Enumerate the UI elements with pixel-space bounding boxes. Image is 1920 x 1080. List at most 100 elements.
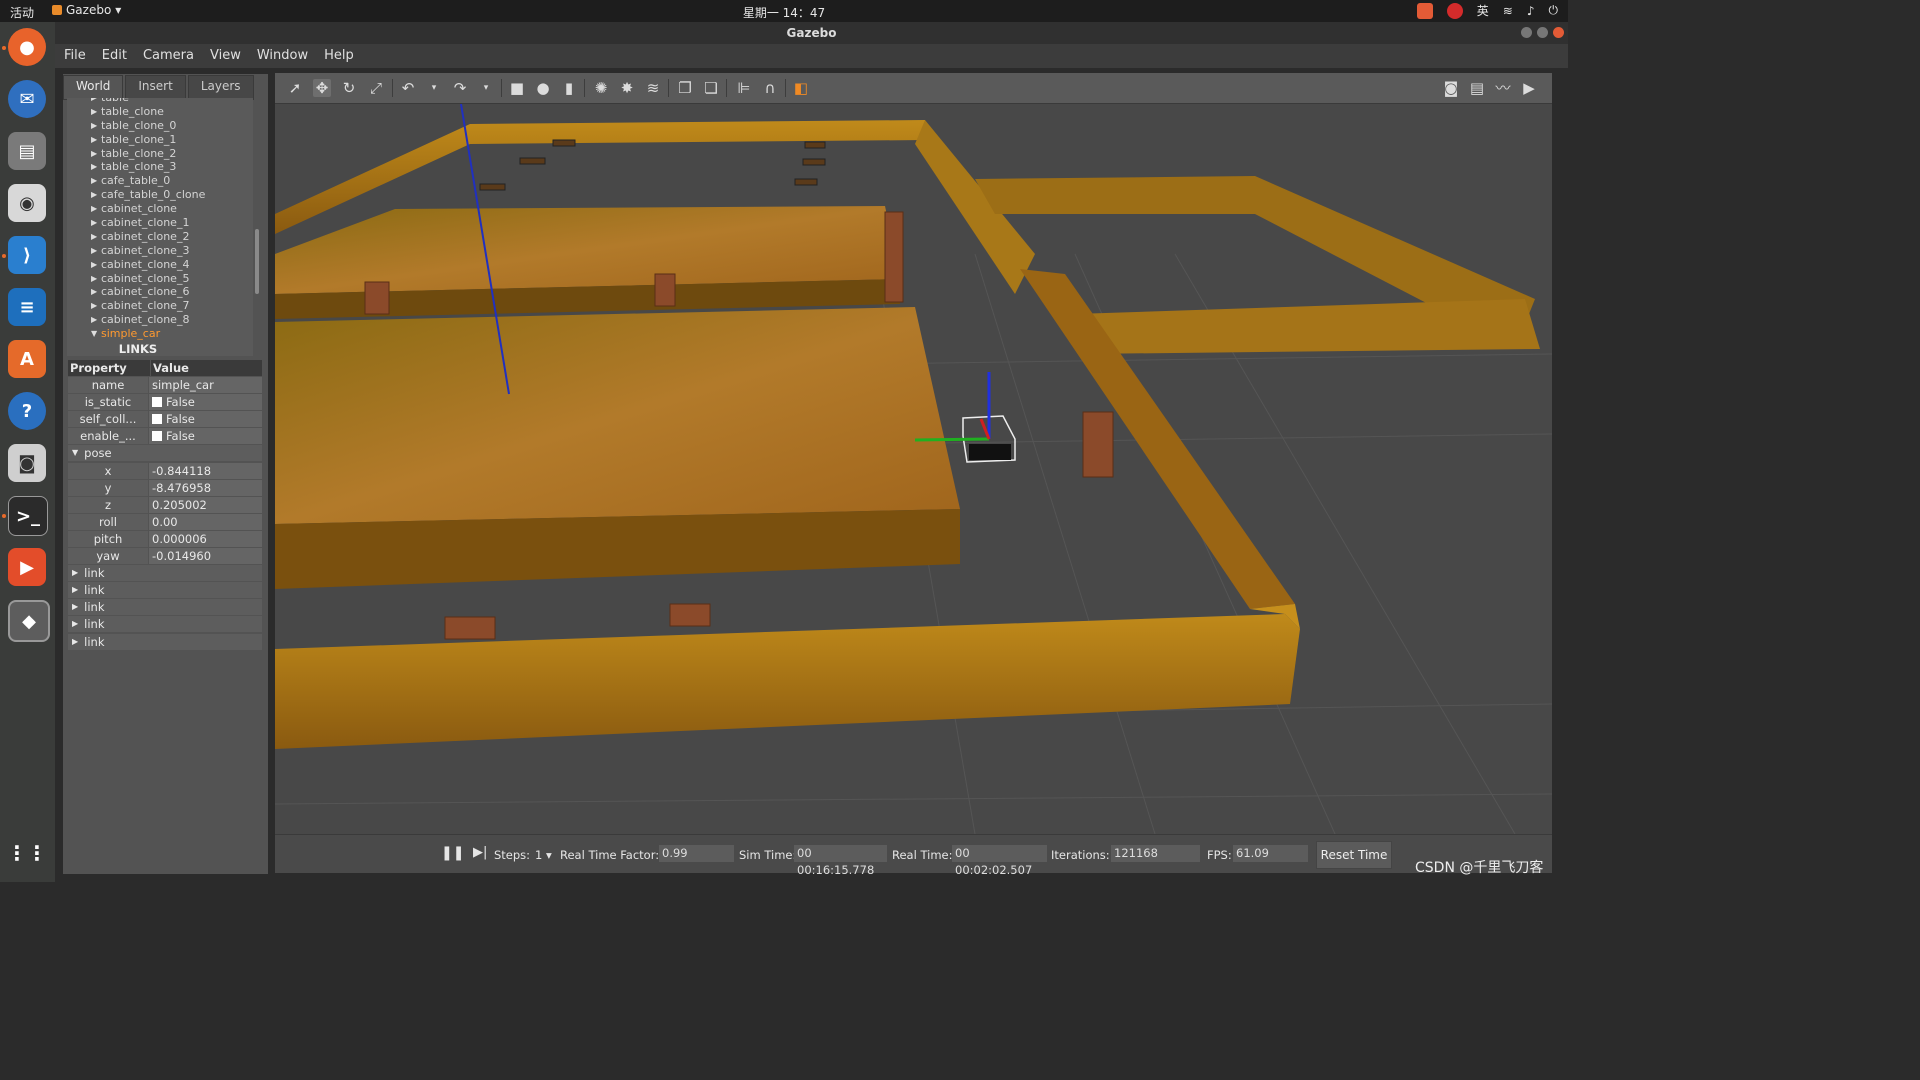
tree-item[interactable]: ▶ table_clone_3	[67, 160, 253, 174]
menu-file[interactable]: File	[55, 44, 93, 68]
writer-icon[interactable]: ≡	[8, 288, 46, 326]
expand-arrow-icon[interactable]: ▶	[72, 616, 78, 632]
tree-item[interactable]: ▶ cabinet_clone_3	[67, 244, 253, 258]
input-method[interactable]: 英	[1477, 2, 1489, 19]
tree-item[interactable]: ▶ cabinet_clone_2	[67, 230, 253, 244]
power-icon[interactable]: ⏻	[1549, 3, 1559, 18]
y-axis-handle[interactable]	[914, 437, 990, 442]
tree-item[interactable]: ▶ cafe_table_0_clone	[67, 188, 253, 202]
paste-icon[interactable]: ❏	[702, 79, 720, 97]
undo-icon[interactable]: ↶	[399, 79, 417, 97]
slides-icon[interactable]: ▶	[8, 548, 46, 586]
property-row-self-collide[interactable]: self_coll... False	[68, 411, 262, 428]
pose-group[interactable]: ▼ pose	[68, 445, 262, 462]
firefox-icon[interactable]: ●	[8, 28, 46, 66]
tree-item[interactable]: ▶table	[67, 98, 253, 105]
scale-mode-icon[interactable]: ⤢	[367, 79, 385, 97]
camera-icon[interactable]: ◙	[8, 444, 46, 482]
collapse-arrow-icon[interactable]: ▼	[72, 445, 78, 461]
tree-item[interactable]: ▶ cabinet_clone_8	[67, 313, 253, 327]
volume-icon[interactable]: ♪	[1527, 4, 1535, 18]
link-group[interactable]: ▶ link	[68, 565, 262, 582]
vscode-icon[interactable]: ⟩	[8, 236, 46, 274]
menu-edit[interactable]: Edit	[93, 44, 134, 68]
snap-icon[interactable]: ∩	[761, 79, 779, 97]
tree-item[interactable]: ▶ table_clone_1	[67, 133, 253, 147]
pose-row-y[interactable]: y -8.476958	[68, 479, 262, 496]
tree-item[interactable]: ▶ cabinet_clone_5	[67, 272, 253, 286]
sphere-shape-icon[interactable]: ●	[534, 79, 552, 97]
wifi-icon[interactable]: ≋	[1503, 4, 1513, 18]
do-not-disturb-icon[interactable]	[1446, 2, 1463, 19]
tree-item[interactable]: ▶ cabinet_clone_1	[67, 216, 253, 230]
menu-view[interactable]: View	[201, 44, 248, 68]
pose-row-x[interactable]: x -0.844118	[68, 462, 262, 479]
expand-arrow-icon[interactable]: ▶	[72, 599, 78, 615]
link-group[interactable]: ▶ link	[68, 582, 262, 599]
step-button[interactable]: ▶|	[473, 845, 487, 860]
menu-camera[interactable]: Camera	[134, 44, 201, 68]
software-icon[interactable]: A	[8, 340, 46, 378]
reset-time-button[interactable]: Reset Time	[1316, 841, 1392, 869]
is-static-checkbox[interactable]	[152, 397, 162, 408]
undo-dropdown-icon[interactable]: ▾	[425, 79, 443, 97]
self-collide-checkbox[interactable]	[152, 414, 162, 425]
redo-icon[interactable]: ↷	[451, 79, 469, 97]
tree-item[interactable]: ▶ cabinet_clone_6	[67, 285, 253, 299]
video-record-icon[interactable]: ▶	[1520, 79, 1538, 97]
cylinder-shape-icon[interactable]: ▮	[560, 79, 578, 97]
enable-checkbox[interactable]	[152, 431, 162, 442]
select-mode-icon[interactable]: ➚	[286, 79, 304, 97]
expand-arrow-icon[interactable]: ▶	[72, 582, 78, 598]
expand-arrow-icon[interactable]: ▶	[72, 634, 78, 650]
minimize-button[interactable]	[1521, 27, 1532, 38]
redo-dropdown-icon[interactable]: ▾	[477, 79, 495, 97]
pause-button[interactable]: ❚❚	[441, 845, 464, 861]
notification-app-icon[interactable]	[1416, 2, 1433, 19]
app-menu[interactable]: Gazebo ▾	[52, 3, 121, 17]
rhythmbox-icon[interactable]: ◉	[8, 184, 46, 222]
thunderbird-icon[interactable]: ✉	[8, 80, 46, 118]
tree-scrollbar[interactable]	[255, 229, 259, 294]
copy-icon[interactable]: ❐	[676, 79, 694, 97]
pose-row-roll[interactable]: roll 0.00	[68, 513, 262, 530]
tree-item[interactable]: ▶ table_clone_2	[67, 147, 253, 161]
activities-button[interactable]: 活动	[10, 4, 34, 21]
align-icon[interactable]: ⊫	[735, 79, 753, 97]
close-button[interactable]	[1553, 27, 1564, 38]
link-group[interactable]: ▶ link	[68, 633, 262, 650]
rotate-mode-icon[interactable]: ↻	[340, 79, 358, 97]
show-apps-icon[interactable]: ⋮⋮	[7, 834, 47, 872]
tree-item-selected[interactable]: ▼ simple_car	[67, 327, 253, 341]
spot-light-icon[interactable]: ✸	[618, 79, 636, 97]
pose-row-pitch[interactable]: pitch 0.000006	[68, 530, 262, 547]
help-icon[interactable]: ?	[8, 392, 46, 430]
expand-arrow-icon[interactable]: ▶	[72, 565, 78, 581]
link-group[interactable]: ▶ link	[68, 599, 262, 616]
terminal-icon[interactable]: >_	[8, 496, 48, 536]
plot-icon[interactable]: 〰	[1494, 79, 1512, 97]
property-row-enable-wind[interactable]: enable_... False	[68, 428, 262, 445]
tree-item[interactable]: ▶ table_clone	[67, 105, 253, 119]
maximize-button[interactable]	[1537, 27, 1548, 38]
pose-row-yaw[interactable]: yaw -0.014960	[68, 548, 262, 565]
point-light-icon[interactable]: ✺	[592, 79, 610, 97]
tab-insert[interactable]: Insert	[125, 75, 186, 100]
tree-item[interactable]: ▶ cabinet_clone_7	[67, 299, 253, 313]
pose-row-z[interactable]: z 0.205002	[68, 496, 262, 513]
box-shape-icon[interactable]: ■	[508, 79, 526, 97]
tab-layers[interactable]: Layers	[187, 75, 254, 100]
steps-spinner[interactable]: 1 ▾	[535, 848, 552, 862]
tree-item[interactable]: ▶ table_clone_0	[67, 119, 253, 133]
tree-item[interactable]: ▶ cabinet_clone	[67, 202, 253, 216]
tree-item[interactable]: ▶ cafe_table_0	[67, 174, 253, 188]
menu-window[interactable]: Window	[248, 44, 315, 68]
directional-light-icon[interactable]: ≋	[644, 79, 662, 97]
clock[interactable]: 星期一 14：47	[0, 4, 1568, 21]
log-icon[interactable]: ▤	[1468, 79, 1486, 97]
scene-viewport[interactable]	[275, 104, 1552, 834]
link-group[interactable]: ▶ link	[68, 616, 262, 633]
tab-world[interactable]: World	[63, 75, 124, 100]
gazebo-dock-icon[interactable]: ◆	[8, 600, 50, 642]
screenshot-icon[interactable]: ◙	[1442, 79, 1460, 97]
